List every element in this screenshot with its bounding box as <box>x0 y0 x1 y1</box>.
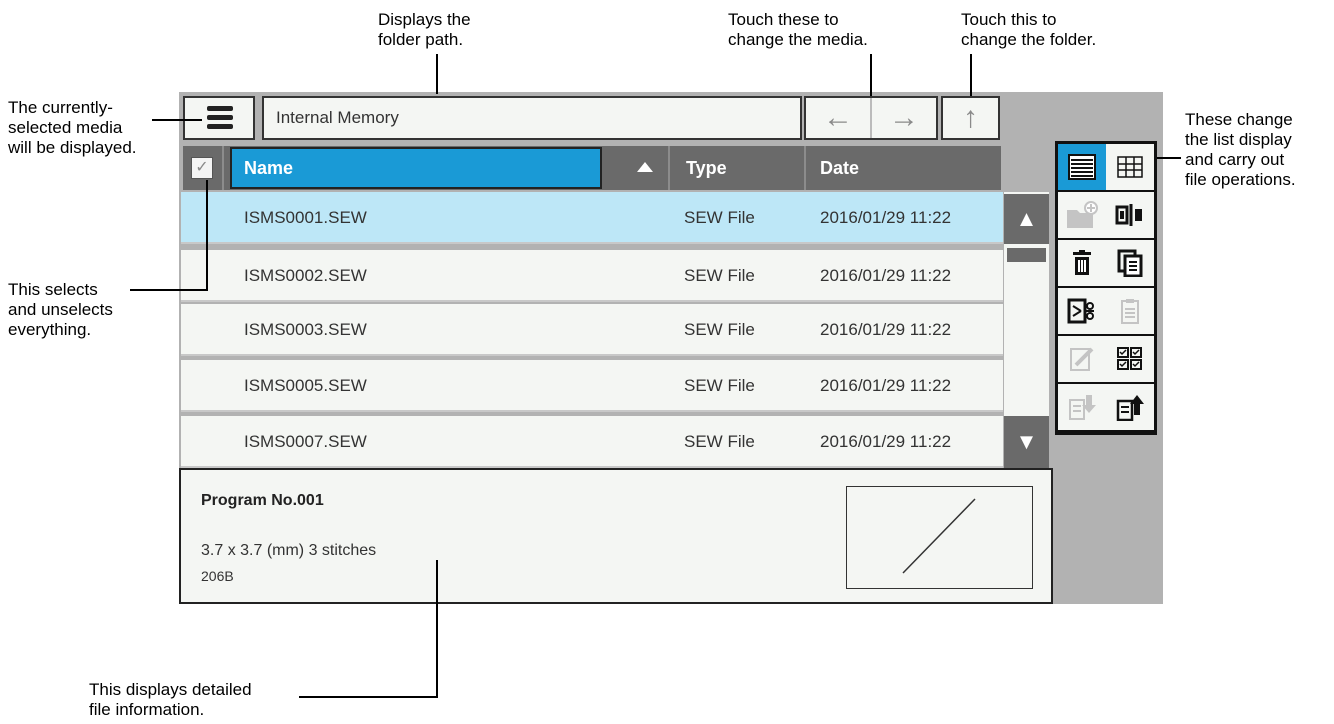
file-row[interactable]: ISMS0001.SEW SEW File 2016/01/29 11:22 <box>181 192 1003 244</box>
header-name-label: Name <box>244 158 294 178</box>
scroll-down-icon: ▼ <box>1015 429 1038 454</box>
leader-line-detail <box>299 696 438 698</box>
file-row[interactable]: ISMS0002.SEW SEW File 2016/01/29 11:22 <box>181 250 1003 302</box>
scroll-down-button[interactable]: ▼ <box>1004 416 1049 468</box>
cut-icon <box>1067 298 1094 324</box>
scroll-thumb[interactable] <box>1007 248 1046 262</box>
file-row[interactable]: ISMS0003.SEW SEW File 2016/01/29 11:22 <box>181 304 1003 356</box>
leader-line-list-display <box>1157 157 1181 159</box>
file-row[interactable]: ISMS0005.SEW SEW File 2016/01/29 11:22 <box>181 360 1003 412</box>
cut-button[interactable] <box>1058 288 1106 334</box>
callout-current-media: The currently- selected media will be di… <box>8 98 137 158</box>
file-row[interactable]: ISMS0007.SEW SEW File 2016/01/29 11:22 <box>181 416 1003 468</box>
header-divider <box>222 146 224 190</box>
file-name: ISMS0005.SEW <box>244 376 367 395</box>
delete-icon <box>1073 250 1091 275</box>
callout-text: These change the list display and carry … <box>1185 110 1296 189</box>
stitch-preview <box>846 486 1033 589</box>
grid-view-button[interactable] <box>1106 144 1154 190</box>
program-number: Program No.001 <box>201 492 324 509</box>
header-divider <box>804 146 806 190</box>
stitch-preview-drawing <box>902 498 976 574</box>
export-button[interactable] <box>1106 384 1154 430</box>
leader-line-current-media <box>152 119 202 121</box>
leader-line-select-all <box>130 289 208 291</box>
leader-line-media <box>870 54 872 96</box>
callout-media: Touch these to change the media. <box>728 10 868 50</box>
scroll-up-icon: ▲ <box>1015 206 1038 231</box>
copy-icon <box>1117 249 1143 277</box>
media-menu-button[interactable] <box>183 96 255 140</box>
file-type: SEW File <box>684 266 755 285</box>
media-nav-buttons: ← → <box>804 96 938 140</box>
arrow-left-icon: ← <box>823 101 853 134</box>
hamburger-icon <box>207 106 233 129</box>
stitch-info: 3.7 x 3.7 (mm) 3 stitches <box>201 542 377 559</box>
file-date: 2016/01/29 11:22 <box>820 208 952 227</box>
folder-path-display: Internal Memory <box>262 96 802 140</box>
file-name: ISMS0007.SEW <box>244 432 367 451</box>
media-forward-button[interactable]: → <box>870 98 936 138</box>
file-name: ISMS0002.SEW <box>244 266 367 285</box>
file-date: 2016/01/29 11:22 <box>820 376 952 395</box>
callout-text: This displays detailed file information. <box>89 680 252 719</box>
list-view-button[interactable] <box>1058 144 1106 190</box>
file-size: 206B <box>201 568 234 584</box>
header-type-label[interactable]: Type <box>686 146 727 190</box>
delete-button[interactable] <box>1058 240 1106 286</box>
header-date-label[interactable]: Date <box>820 146 859 190</box>
paste-button[interactable] <box>1106 288 1154 334</box>
import-button[interactable] <box>1058 384 1106 430</box>
header-divider <box>668 146 670 190</box>
rename-icon <box>1115 204 1142 226</box>
scroll-up-button[interactable]: ▲ <box>1004 194 1049 244</box>
folder-up-button[interactable]: ↑ <box>941 96 1000 140</box>
file-date: 2016/01/29 11:22 <box>820 432 952 451</box>
grid-view-icon <box>1117 156 1143 178</box>
new-folder-icon <box>1067 201 1098 228</box>
leader-line-detail <box>436 560 438 698</box>
select-all-checkbox[interactable]: ✓ <box>191 157 213 179</box>
file-type: SEW File <box>684 320 755 339</box>
callout-detail: This displays detailed file information. <box>89 680 252 720</box>
paste-icon <box>1121 299 1139 324</box>
file-type: SEW File <box>684 376 755 395</box>
file-type: SEW File <box>684 432 755 451</box>
edit-icon <box>1070 347 1094 371</box>
callout-text: Touch these to change the media. <box>728 10 868 49</box>
arrow-right-icon: → <box>889 101 919 134</box>
new-folder-button[interactable] <box>1058 192 1106 238</box>
leader-line-folder-path <box>436 54 438 94</box>
callout-select-all: This selects and unselects everything. <box>8 280 113 340</box>
callout-list-display: These change the list display and carry … <box>1185 110 1296 190</box>
callout-folder: Touch this to change the folder. <box>961 10 1096 50</box>
rename-button[interactable] <box>1106 192 1154 238</box>
leader-line-folder <box>970 54 972 96</box>
callout-text: Displays the folder path. <box>378 10 471 49</box>
list-view-icon <box>1068 154 1096 180</box>
export-icon <box>1116 395 1144 421</box>
file-date: 2016/01/29 11:22 <box>820 266 952 285</box>
callout-text: Touch this to change the folder. <box>961 10 1097 49</box>
file-date: 2016/01/29 11:22 <box>820 320 952 339</box>
leader-line-select-all <box>206 180 208 290</box>
select-multiple-button[interactable] <box>1106 336 1154 382</box>
file-name: ISMS0001.SEW <box>244 208 367 227</box>
callout-text: The currently- selected media will be di… <box>8 98 137 157</box>
copy-button[interactable] <box>1106 240 1154 286</box>
import-icon <box>1069 395 1096 420</box>
folder-path-text: Internal Memory <box>276 108 399 127</box>
callout-text: This selects and unselects everything. <box>8 280 113 339</box>
arrow-up-icon: ↑ <box>963 101 978 134</box>
select-multiple-icon <box>1117 347 1142 370</box>
callout-folder-path: Displays the folder path. <box>378 10 471 50</box>
file-name: ISMS0003.SEW <box>244 320 367 339</box>
file-type: SEW File <box>684 208 755 227</box>
sort-ascending-icon <box>637 162 653 172</box>
media-back-button[interactable]: ← <box>806 98 870 138</box>
edit-button[interactable] <box>1058 336 1106 382</box>
